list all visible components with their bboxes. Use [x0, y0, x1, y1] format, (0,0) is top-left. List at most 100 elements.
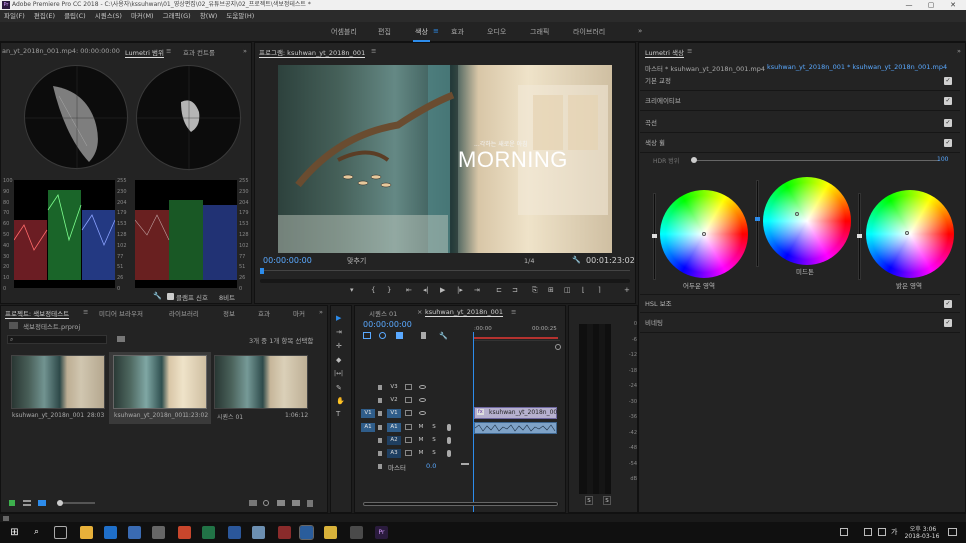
section-vignette[interactable]: 비네팅 ✓: [640, 314, 960, 333]
toggle-sync-v1-icon[interactable]: [405, 410, 412, 416]
button-editor-icon[interactable]: +: [624, 286, 630, 294]
timeline-settings-wrench-icon[interactable]: 🔧: [439, 332, 448, 340]
toggle-sync-v2-icon[interactable]: [405, 397, 412, 403]
minimize-button[interactable]: —: [898, 0, 920, 10]
track-a1-label[interactable]: A1: [387, 423, 401, 432]
source-patch-v1[interactable]: V1: [361, 409, 375, 418]
pen-tool-icon[interactable]: ✎: [336, 384, 342, 392]
tab-libraries[interactable]: 라이브러리: [169, 308, 199, 318]
timeline-ruler[interactable]: :00:00 00:00:25: [474, 323, 560, 341]
notification-center-icon[interactable]: [948, 528, 957, 536]
lock-a3-icon[interactable]: [378, 451, 382, 456]
icon-view-icon[interactable]: [38, 500, 46, 506]
midtones-slider[interactable]: [755, 180, 760, 267]
program-monitor-tab[interactable]: 프로그램: ksuhwan_yt_2018n_001: [259, 47, 366, 58]
toggle-sync-a3-icon[interactable]: [405, 450, 412, 456]
hdr-range-slider[interactable]: [691, 157, 939, 163]
taskbar-clock-date[interactable]: 2018-03-16: [902, 533, 942, 540]
track-select-tool-icon[interactable]: ⇥: [336, 328, 342, 336]
project-search-input[interactable]: ⌕: [7, 335, 107, 344]
workspace-editing[interactable]: 편집: [378, 27, 391, 37]
midtones-wheel-handle[interactable]: [795, 212, 799, 216]
lumetri-sequence-clip-select[interactable]: ksuhwan_yt_2018n_001 * ksuhwan_yt_2018n_…: [767, 63, 947, 71]
highlights-slider[interactable]: [857, 193, 862, 280]
mic-a1-icon[interactable]: [447, 424, 451, 431]
tab-info[interactable]: 정보: [223, 308, 235, 318]
project-item-name-2[interactable]: ksuhwan_yt_2018n_001: [114, 412, 186, 419]
timeline-tab-close-icon[interactable]: ×: [417, 308, 422, 316]
task-view-icon[interactable]: [54, 526, 67, 539]
basic-correction-checkbox[interactable]: ✓: [944, 77, 952, 85]
project-tab-menu-icon[interactable]: ≡: [83, 308, 88, 316]
toggle-sync-a1-icon[interactable]: [405, 424, 412, 430]
razor-tool-icon[interactable]: ◆: [336, 356, 341, 364]
program-time-ruler[interactable]: [260, 268, 630, 278]
new-bin-bottom-icon[interactable]: [277, 500, 285, 506]
new-bin-icon[interactable]: [117, 336, 125, 342]
bit-depth-select[interactable]: 8비트: [219, 292, 235, 302]
midtones-color-wheel[interactable]: [763, 177, 851, 265]
timeline-horizontal-scrollbar[interactable]: [363, 502, 559, 506]
fit-zoom-select[interactable]: 맞추기: [347, 256, 366, 266]
eye-v1-icon[interactable]: [419, 411, 426, 415]
go-to-in-icon[interactable]: ⇤: [406, 286, 412, 294]
mute-a2-button[interactable]: M: [417, 436, 425, 445]
toggle-proxy-icon[interactable]: ◫: [564, 286, 571, 294]
file-explorer-icon[interactable]: [80, 526, 93, 539]
mute-a1-button[interactable]: M: [417, 423, 425, 432]
mic-a3-icon[interactable]: [447, 450, 451, 457]
master-volume-value[interactable]: 0.0: [426, 462, 436, 470]
hsl-secondary-checkbox[interactable]: ✓: [944, 300, 952, 308]
toggle-sync-a2-icon[interactable]: [405, 437, 412, 443]
eye-v2-icon[interactable]: [419, 398, 426, 402]
track-v3-label[interactable]: V3: [387, 383, 401, 392]
tab-media-browser[interactable]: 미디어 브라우저: [99, 308, 143, 318]
workspace-effects[interactable]: 효과: [451, 27, 464, 37]
track-a3-label[interactable]: A3: [387, 449, 401, 458]
tab-effects[interactable]: 효과: [258, 308, 270, 318]
program-timecode-in[interactable]: 00:00:00:00: [263, 256, 312, 265]
davinci-icon[interactable]: [350, 526, 363, 539]
creative-checkbox[interactable]: ✓: [944, 97, 952, 105]
program-tab-menu-icon[interactable]: ≡: [371, 47, 376, 55]
menu-marker[interactable]: 마커(M): [131, 12, 154, 20]
menu-help[interactable]: 도움말(H): [226, 12, 254, 20]
list-view-icon[interactable]: [23, 500, 31, 506]
mail-icon[interactable]: [152, 526, 165, 539]
export-frame-icon[interactable]: ⎘: [532, 286, 538, 295]
scope-settings-wrench-icon[interactable]: 🔧: [153, 292, 162, 300]
vignette-checkbox[interactable]: ✓: [944, 319, 952, 327]
automate-to-sequence-icon[interactable]: [249, 500, 257, 506]
selection-tool-icon[interactable]: ▶: [336, 314, 341, 322]
highlights-wheel-handle[interactable]: [905, 231, 909, 235]
panel-overflow-icon[interactable]: »: [243, 47, 247, 55]
workspace-libraries[interactable]: 라이브러리: [573, 27, 605, 37]
tab-project[interactable]: 프로젝트: 색보정테스트: [5, 308, 70, 319]
project-item-thumbnail-1[interactable]: [11, 355, 105, 409]
workspace-assembly[interactable]: 어셈블리: [331, 27, 357, 37]
eye-v3-icon[interactable]: [419, 385, 426, 389]
app-icon-2[interactable]: [278, 526, 291, 539]
workspace-menu-icon[interactable]: ≡: [433, 27, 439, 35]
solo-left-button[interactable]: S: [585, 496, 593, 505]
tab-lumetri-scopes[interactable]: Lumetri 범위: [125, 47, 165, 58]
tab-active-sequence[interactable]: ksuhwan_yt_2018n_001: [425, 308, 504, 317]
curves-checkbox[interactable]: ✓: [944, 119, 952, 127]
video-clip-v1[interactable]: fx ksuhwan_yt_2018n_001: [474, 407, 561, 419]
section-hsl-secondary[interactable]: HSL 보조 ✓: [640, 294, 960, 313]
section-basic-correction[interactable]: 기본 교정 ✓: [640, 72, 960, 91]
audio-clip-a1[interactable]: [474, 422, 557, 434]
find-icon[interactable]: [263, 500, 269, 506]
lumetri-overflow-icon[interactable]: »: [957, 47, 961, 55]
workspace-audio[interactable]: 오디오: [487, 27, 506, 37]
menu-sequence[interactable]: 시퀀스(S): [95, 12, 122, 20]
add-marker-timeline-icon[interactable]: [396, 332, 403, 339]
step-forward-icon[interactable]: |▸: [457, 286, 463, 294]
lock-a1-icon[interactable]: [378, 425, 382, 430]
timeline-marker-icon[interactable]: [421, 332, 426, 339]
ime-indicator[interactable]: 가: [891, 527, 897, 537]
track-v1-label[interactable]: V1: [387, 409, 401, 418]
tab-effect-controls[interactable]: 효과 컨트롤: [183, 47, 215, 57]
snap-icon[interactable]: [363, 332, 371, 339]
workspace-graphics[interactable]: 그래픽: [530, 27, 549, 37]
